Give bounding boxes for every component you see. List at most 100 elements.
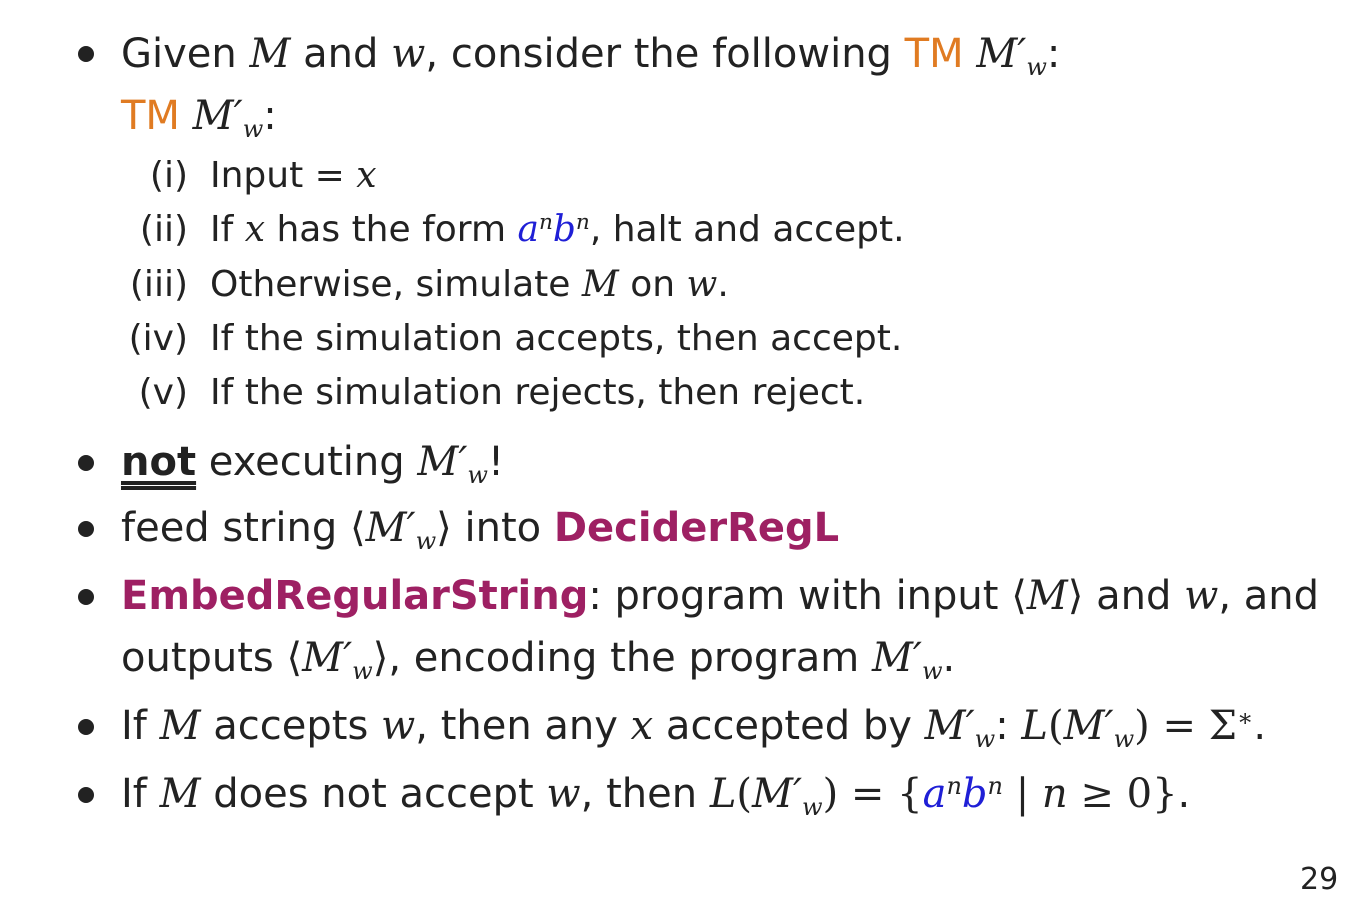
var-mprime: M′ bbox=[751, 771, 803, 817]
paren: ) bbox=[822, 771, 839, 817]
text: and bbox=[303, 31, 379, 77]
text: If bbox=[121, 771, 160, 817]
text: executing bbox=[196, 439, 418, 485]
text: accepted by bbox=[653, 703, 925, 749]
var-mprime: M′ bbox=[417, 439, 468, 485]
embed-name: EmbedRegularString bbox=[121, 573, 589, 619]
langle: ⟨ bbox=[286, 635, 303, 681]
text: . bbox=[942, 635, 956, 681]
subscript: w bbox=[922, 657, 943, 686]
text: : bbox=[995, 703, 1022, 749]
var-mprime: M′ bbox=[924, 703, 975, 749]
var-m: M bbox=[249, 31, 291, 77]
text: into bbox=[451, 505, 554, 551]
text: outputs bbox=[121, 635, 287, 681]
superscript: n bbox=[538, 210, 553, 236]
rangle: ⟩ bbox=[1067, 573, 1084, 619]
text: Input = bbox=[210, 155, 357, 196]
equals-brace: = { bbox=[838, 771, 923, 817]
var-mprime: M′ bbox=[302, 635, 353, 681]
paren: ) bbox=[1134, 703, 1150, 749]
superscript: n bbox=[575, 210, 590, 236]
text: : program with input bbox=[588, 573, 1012, 619]
bullet-not-accept: If M does not accept w, then L(M′w) = {a… bbox=[121, 770, 1190, 823]
step-text: Otherwise, simulate M on w. bbox=[210, 263, 729, 307]
bullet-dot bbox=[78, 455, 94, 471]
superscript: n bbox=[946, 771, 962, 800]
var-m: M bbox=[159, 703, 201, 749]
subscript: w bbox=[1026, 53, 1047, 82]
text: : bbox=[263, 93, 277, 139]
text: Otherwise, simulate bbox=[210, 264, 582, 305]
bullet-dot bbox=[78, 719, 94, 735]
text: , and bbox=[1218, 573, 1319, 619]
bullet-accepts: If M accepts w , then any x accepted by M… bbox=[121, 702, 1266, 755]
page-number: 29 bbox=[1300, 862, 1339, 897]
var-a: a bbox=[922, 771, 947, 817]
text: ! bbox=[487, 439, 504, 485]
paren: ( bbox=[736, 771, 752, 817]
langle: ⟨ bbox=[1011, 573, 1027, 619]
text: , encoding the program bbox=[388, 635, 872, 681]
subscript: w bbox=[467, 461, 488, 490]
step-text: If the simulation rejects, then reject. bbox=[210, 372, 866, 413]
bullet-dot bbox=[78, 46, 94, 62]
text: accepts bbox=[200, 703, 382, 749]
var-m: M bbox=[159, 771, 201, 817]
rangle: ⟩ bbox=[372, 635, 389, 681]
tm-label: TM bbox=[121, 93, 180, 139]
text: . bbox=[1253, 703, 1267, 749]
rangle: ⟩ bbox=[436, 505, 452, 551]
step-label: (iii) bbox=[129, 264, 188, 305]
var-a: a bbox=[517, 209, 539, 250]
text: and bbox=[1083, 573, 1185, 619]
step-text: If the simulation accepts, then accept. bbox=[210, 318, 903, 359]
text: : bbox=[1046, 31, 1061, 77]
var-mprime: M′ bbox=[1063, 703, 1114, 749]
text: If bbox=[121, 703, 160, 749]
text: If bbox=[210, 209, 245, 250]
subscript: w bbox=[1113, 725, 1135, 754]
var-m: M bbox=[581, 264, 619, 305]
text: . bbox=[717, 264, 729, 305]
text: , consider the following bbox=[425, 31, 892, 77]
text: . bbox=[1177, 771, 1191, 817]
decider-name: DeciderRegL bbox=[553, 505, 840, 551]
subscript: w bbox=[974, 725, 996, 754]
bullet-dot bbox=[78, 787, 94, 803]
bullet-dot bbox=[78, 521, 94, 537]
var-w: w bbox=[546, 771, 581, 817]
slide: Given M and w, consider the following TM… bbox=[0, 0, 1359, 920]
tm-heading: TM M′w: bbox=[121, 92, 277, 145]
paren: ( bbox=[1047, 703, 1064, 749]
var-mprime: M′ bbox=[976, 31, 1027, 77]
subscript: w bbox=[802, 793, 823, 822]
var-x: x bbox=[630, 703, 654, 749]
var-l: L bbox=[1021, 703, 1048, 749]
var-n: n bbox=[1041, 771, 1068, 817]
var-mprime: M′ bbox=[365, 505, 416, 551]
var-w: w bbox=[1184, 573, 1219, 619]
superscript: ∗ bbox=[1237, 703, 1254, 732]
var-m: M bbox=[1026, 573, 1068, 619]
subscript: w bbox=[352, 657, 373, 686]
ge-zero-brace: ≥ 0} bbox=[1067, 771, 1178, 817]
var-b: b bbox=[552, 209, 576, 250]
step-label: (ii) bbox=[139, 209, 188, 250]
step-text: Input = x bbox=[210, 154, 377, 198]
var-w: w bbox=[391, 31, 426, 77]
superscript: n bbox=[987, 771, 1003, 800]
text: , then any bbox=[415, 703, 631, 749]
bullet-not-executing: not executing M′w! bbox=[121, 438, 504, 491]
bullet-given: Given M and w, consider the following TM… bbox=[121, 30, 1060, 83]
text: , then bbox=[580, 771, 710, 817]
var-mprime: M′ bbox=[871, 635, 922, 681]
var-l: L bbox=[709, 771, 737, 817]
bullet-dot bbox=[78, 589, 94, 605]
subscript: w bbox=[415, 527, 437, 556]
subscript: w bbox=[242, 115, 264, 144]
not-emphasis: not bbox=[121, 439, 197, 485]
text: Given bbox=[121, 31, 237, 77]
var-b: b bbox=[961, 771, 988, 817]
step-label: (iv) bbox=[128, 318, 188, 359]
